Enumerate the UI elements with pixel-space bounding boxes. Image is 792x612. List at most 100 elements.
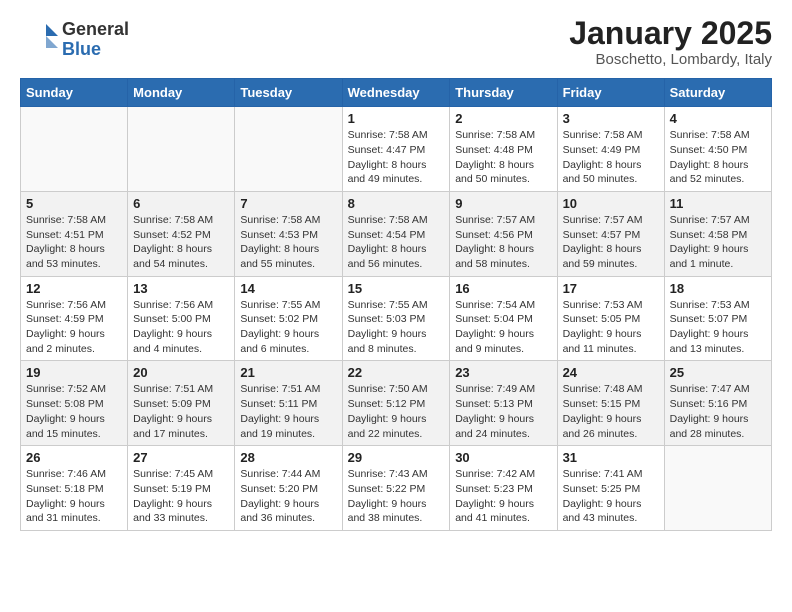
header-sunday: Sunday xyxy=(21,79,128,107)
header: General Blue January 2025 Boschetto, Lom… xyxy=(20,16,772,68)
logo: General Blue xyxy=(20,16,129,63)
page: General Blue January 2025 Boschetto, Lom… xyxy=(0,0,792,551)
logo-icon xyxy=(20,16,62,63)
day-number: 22 xyxy=(348,365,445,380)
day-number: 1 xyxy=(348,111,445,126)
table-row: 17Sunrise: 7:53 AM Sunset: 5:05 PM Dayli… xyxy=(557,276,664,361)
table-row: 19 Sunrise: 7:52 AM Sunset: 5:08 PM Dayli… xyxy=(21,361,128,446)
table-row: 31 Sunrise: 7:41 AM Sunset: 5:25 PM Dayli… xyxy=(557,446,664,531)
table-row: 7 Sunrise: 7:58 AM Sunset: 4:53 PM Daylig… xyxy=(235,191,342,276)
day-number: 6 xyxy=(133,196,229,211)
table-row: 29Sunrise: 7:43 AM Sunset: 5:22 PM Dayli… xyxy=(342,446,450,531)
day-info: Sunrise: 7:52 AM Sunset: 5:08 PM Dayligh… xyxy=(26,382,122,441)
logo-text: General Blue xyxy=(62,20,129,60)
day-info: Sunrise: 7:53 AM Sunset: 5:07 PM Dayligh… xyxy=(670,298,766,357)
day-info: Sunrise: 7:48 AM Sunset: 5:15 PM Dayligh… xyxy=(563,382,659,441)
day-number: 9 xyxy=(455,196,551,211)
day-number: 21 xyxy=(240,365,336,380)
day-info: Sunrise: 7:58 AM Sunset: 4:50 PM Dayligh… xyxy=(670,128,766,187)
day-info: Sunrise: 7:44 AM Sunset: 5:20 PM Dayligh… xyxy=(240,467,336,526)
day-number: 31 xyxy=(563,450,659,465)
day-info: Sunrise: 7:46 AM Sunset: 5:18 PM Dayligh… xyxy=(26,467,122,526)
day-info: Sunrise: 7:41 AM Sunset: 5:25 PM Dayligh… xyxy=(563,467,659,526)
day-info: Sunrise: 7:58 AM Sunset: 4:52 PM Dayligh… xyxy=(133,213,229,272)
day-info: Sunrise: 7:56 AM Sunset: 5:00 PM Dayligh… xyxy=(133,298,229,357)
table-row: 6 Sunrise: 7:58 AM Sunset: 4:52 PM Daylig… xyxy=(128,191,235,276)
day-number: 8 xyxy=(348,196,445,211)
table-row: 2 Sunrise: 7:58 AM Sunset: 4:48 PM Daylig… xyxy=(450,107,557,192)
table-row: 1 Sunrise: 7:58 AM Sunset: 4:47 PM Daylig… xyxy=(342,107,450,192)
day-info: Sunrise: 7:58 AM Sunset: 4:47 PM Dayligh… xyxy=(348,128,445,187)
table-row: 13Sunrise: 7:56 AM Sunset: 5:00 PM Dayli… xyxy=(128,276,235,361)
day-number: 2 xyxy=(455,111,551,126)
table-row: 16Sunrise: 7:54 AM Sunset: 5:04 PM Dayli… xyxy=(450,276,557,361)
day-number: 12 xyxy=(26,281,122,296)
logo-general-text: General xyxy=(62,20,129,40)
day-info: Sunrise: 7:57 AM Sunset: 4:57 PM Dayligh… xyxy=(563,213,659,272)
table-row: 5 Sunrise: 7:58 AM Sunset: 4:51 PM Daylig… xyxy=(21,191,128,276)
day-info: Sunrise: 7:58 AM Sunset: 4:49 PM Dayligh… xyxy=(563,128,659,187)
day-info: Sunrise: 7:43 AM Sunset: 5:22 PM Dayligh… xyxy=(348,467,445,526)
table-row: 9 Sunrise: 7:57 AM Sunset: 4:56 PM Daylig… xyxy=(450,191,557,276)
day-number: 28 xyxy=(240,450,336,465)
day-number: 20 xyxy=(133,365,229,380)
table-row: 25 Sunrise: 7:47 AM Sunset: 5:16 PM Dayli… xyxy=(664,361,771,446)
day-info: Sunrise: 7:42 AM Sunset: 5:23 PM Dayligh… xyxy=(455,467,551,526)
table-row xyxy=(21,107,128,192)
day-info: Sunrise: 7:58 AM Sunset: 4:53 PM Dayligh… xyxy=(240,213,336,272)
day-number: 23 xyxy=(455,365,551,380)
day-number: 11 xyxy=(670,196,766,211)
day-number: 30 xyxy=(455,450,551,465)
table-row: 18 Sunrise: 7:53 AM Sunset: 5:07 PM Dayli… xyxy=(664,276,771,361)
table-row: 27Sunrise: 7:45 AM Sunset: 5:19 PM Dayli… xyxy=(128,446,235,531)
day-info: Sunrise: 7:55 AM Sunset: 5:02 PM Dayligh… xyxy=(240,298,336,357)
day-info: Sunrise: 7:49 AM Sunset: 5:13 PM Dayligh… xyxy=(455,382,551,441)
table-row xyxy=(664,446,771,531)
day-number: 5 xyxy=(26,196,122,211)
day-number: 7 xyxy=(240,196,336,211)
day-info: Sunrise: 7:57 AM Sunset: 4:56 PM Dayligh… xyxy=(455,213,551,272)
header-saturday: Saturday xyxy=(664,79,771,107)
day-number: 24 xyxy=(563,365,659,380)
header-monday: Monday xyxy=(128,79,235,107)
table-row: 14Sunrise: 7:55 AM Sunset: 5:02 PM Dayli… xyxy=(235,276,342,361)
day-info: Sunrise: 7:47 AM Sunset: 5:16 PM Dayligh… xyxy=(670,382,766,441)
calendar-week-row: 12 Sunrise: 7:56 AM Sunset: 4:59 PM Dayli… xyxy=(21,276,772,361)
day-info: Sunrise: 7:58 AM Sunset: 4:51 PM Dayligh… xyxy=(26,213,122,272)
day-number: 19 xyxy=(26,365,122,380)
day-info: Sunrise: 7:55 AM Sunset: 5:03 PM Dayligh… xyxy=(348,298,445,357)
table-row: 8 Sunrise: 7:58 AM Sunset: 4:54 PM Daylig… xyxy=(342,191,450,276)
table-row: 30 Sunrise: 7:42 AM Sunset: 5:23 PM Dayli… xyxy=(450,446,557,531)
day-number: 26 xyxy=(26,450,122,465)
table-row: 26 Sunrise: 7:46 AM Sunset: 5:18 PM Dayli… xyxy=(21,446,128,531)
day-info: Sunrise: 7:58 AM Sunset: 4:54 PM Dayligh… xyxy=(348,213,445,272)
table-row: 22Sunrise: 7:50 AM Sunset: 5:12 PM Dayli… xyxy=(342,361,450,446)
table-row: 15Sunrise: 7:55 AM Sunset: 5:03 PM Dayli… xyxy=(342,276,450,361)
calendar-week-row: 5 Sunrise: 7:58 AM Sunset: 4:51 PM Daylig… xyxy=(21,191,772,276)
calendar-week-row: 26 Sunrise: 7:46 AM Sunset: 5:18 PM Dayli… xyxy=(21,446,772,531)
day-number: 25 xyxy=(670,365,766,380)
table-row: 24 Sunrise: 7:48 AM Sunset: 5:15 PM Dayli… xyxy=(557,361,664,446)
day-info: Sunrise: 7:51 AM Sunset: 5:09 PM Dayligh… xyxy=(133,382,229,441)
day-info: Sunrise: 7:53 AM Sunset: 5:05 PM Dayligh… xyxy=(563,298,659,357)
day-number: 16 xyxy=(455,281,551,296)
table-row: 20 Sunrise: 7:51 AM Sunset: 5:09 PM Dayli… xyxy=(128,361,235,446)
day-number: 4 xyxy=(670,111,766,126)
table-row: 23 Sunrise: 7:49 AM Sunset: 5:13 PM Dayli… xyxy=(450,361,557,446)
table-row: 11Sunrise: 7:57 AM Sunset: 4:58 PM Dayli… xyxy=(664,191,771,276)
day-number: 18 xyxy=(670,281,766,296)
day-number: 10 xyxy=(563,196,659,211)
day-info: Sunrise: 7:56 AM Sunset: 4:59 PM Dayligh… xyxy=(26,298,122,357)
calendar-header-row: Sunday Monday Tuesday Wednesday Thursday… xyxy=(21,79,772,107)
title-block: January 2025 Boschetto, Lombardy, Italy xyxy=(569,16,772,68)
table-row: 4 Sunrise: 7:58 AM Sunset: 4:50 PM Daylig… xyxy=(664,107,771,192)
calendar-table: Sunday Monday Tuesday Wednesday Thursday… xyxy=(20,78,772,531)
day-number: 3 xyxy=(563,111,659,126)
table-row xyxy=(235,107,342,192)
day-number: 27 xyxy=(133,450,229,465)
day-info: Sunrise: 7:58 AM Sunset: 4:48 PM Dayligh… xyxy=(455,128,551,187)
month-title: January 2025 xyxy=(569,16,772,51)
table-row: 12 Sunrise: 7:56 AM Sunset: 4:59 PM Dayli… xyxy=(21,276,128,361)
header-thursday: Thursday xyxy=(450,79,557,107)
logo-blue-text: Blue xyxy=(62,40,129,60)
